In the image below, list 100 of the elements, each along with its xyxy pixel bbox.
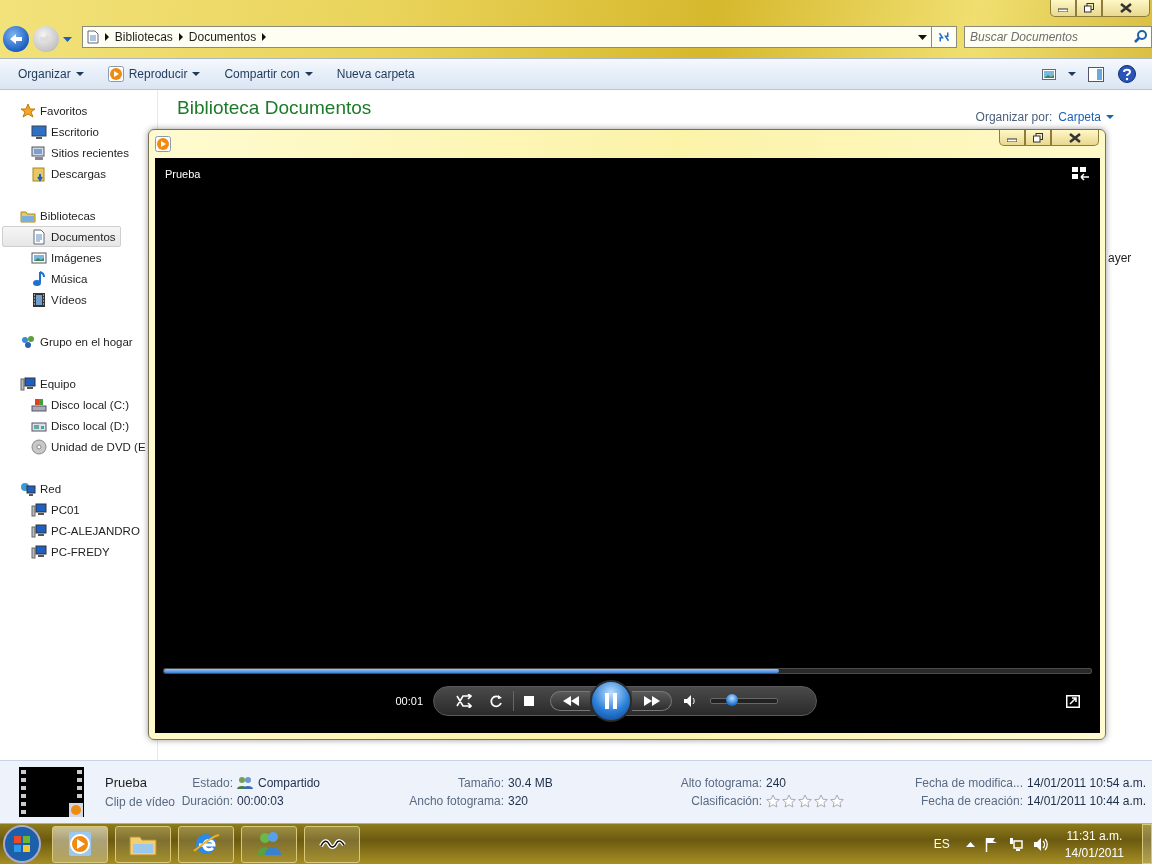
- mute-button[interactable]: [684, 695, 696, 707]
- close-button[interactable]: [1051, 130, 1099, 146]
- close-button[interactable]: [1102, 0, 1150, 17]
- nav-item[interactable]: Sitios recientes: [2, 142, 134, 163]
- pause-button[interactable]: [590, 680, 632, 722]
- minimize-button[interactable]: [999, 130, 1025, 146]
- chevron-icon[interactable]: [104, 33, 109, 41]
- seek-bar[interactable]: [163, 668, 1092, 674]
- refresh-button[interactable]: [931, 26, 957, 48]
- fast-forward-button[interactable]: [632, 691, 672, 711]
- arrange-label: Organizar por:: [975, 110, 1053, 124]
- switch-to-library-icon[interactable]: [1072, 167, 1090, 181]
- breadcrumb-item[interactable]: Bibliotecas: [114, 30, 173, 44]
- breadcrumb-item[interactable]: Documentos: [188, 30, 257, 44]
- nav-item[interactable]: Favoritos: [2, 100, 93, 121]
- nav-item[interactable]: PC-ALEJANDRO: [2, 520, 145, 541]
- taskbar-button[interactable]: [52, 825, 108, 863]
- refresh-icon: [938, 30, 950, 44]
- maximize-button[interactable]: [1076, 0, 1102, 17]
- document-icon: [31, 228, 47, 245]
- chevron-icon[interactable]: [262, 33, 267, 41]
- toolbar-button[interactable]: Compartir con: [216, 64, 321, 84]
- close-icon: [1069, 132, 1081, 143]
- clock-date[interactable]: 14/01/2011: [1064, 845, 1124, 860]
- toolbar-button[interactable]: Nueva carpeta: [328, 64, 423, 84]
- nav-item[interactable]: Imágenes: [2, 247, 107, 268]
- search-field[interactable]: Buscar Documentos: [964, 26, 1152, 48]
- nav-item[interactable]: Bibliotecas: [2, 205, 101, 226]
- caret-icon: [192, 72, 201, 76]
- caret-icon: [1106, 115, 1114, 119]
- nav-item[interactable]: Unidad de DVD (E: [2, 436, 151, 457]
- taskbar-button[interactable]: [178, 825, 234, 863]
- star-icon: [766, 794, 780, 808]
- nav-item[interactable]: Descargas: [2, 163, 111, 184]
- nav-item[interactable]: PC-FREDY: [2, 541, 115, 562]
- maximize-button[interactable]: [1025, 130, 1051, 146]
- nav-item[interactable]: Documentos: [2, 226, 121, 247]
- caret-icon[interactable]: [918, 34, 927, 40]
- media-player-icon: [155, 136, 171, 152]
- start-button[interactable]: [2, 824, 42, 864]
- nav-item[interactable]: Equipo: [2, 373, 81, 394]
- library-title: Biblioteca Documentos: [177, 97, 372, 119]
- windows-orb-icon: [2, 824, 42, 864]
- toolbar-button[interactable]: Organizar: [10, 64, 92, 84]
- computer-icon: [31, 543, 47, 560]
- toolbar-button[interactable]: Reproducir: [99, 63, 209, 85]
- arrange-dropdown[interactable]: Carpeta: [1058, 110, 1114, 124]
- film-icon: [31, 291, 47, 308]
- speaker-icon[interactable]: [1032, 836, 1049, 852]
- nav-item[interactable]: Disco local (C:): [2, 394, 134, 415]
- help-button[interactable]: [1116, 63, 1138, 85]
- nav-item[interactable]: PC01: [2, 499, 85, 520]
- network-icon: [20, 480, 36, 497]
- caret-icon: [75, 72, 84, 76]
- address-bar[interactable]: Bibliotecas Documentos: [81, 26, 932, 48]
- property-label: Fecha de modifica...: [913, 776, 1023, 790]
- taskbar-button[interactable]: [115, 825, 171, 863]
- folder-icon: [31, 165, 47, 182]
- nav-item[interactable]: Disco local (D:): [2, 415, 134, 436]
- elapsed-time: 00:01: [394, 695, 423, 707]
- fast-forward-icon: [642, 696, 661, 706]
- property-value: 240: [766, 776, 788, 790]
- nav-item[interactable]: Vídeos: [2, 289, 92, 310]
- repeat-button[interactable]: [489, 694, 503, 708]
- network-icon[interactable]: [1008, 836, 1023, 852]
- language-indicator[interactable]: ES: [933, 837, 950, 851]
- nav-item[interactable]: Grupo en el hogar: [2, 331, 138, 352]
- up-arrow-icon[interactable]: [965, 841, 975, 847]
- caret-icon[interactable]: [1068, 72, 1076, 76]
- star-icon: [782, 794, 796, 808]
- show-desktop-button[interactable]: [1142, 824, 1152, 864]
- close-icon: [1120, 3, 1132, 13]
- flag-icon[interactable]: [984, 836, 999, 852]
- nav-item[interactable]: Música: [2, 268, 93, 289]
- disc-icon: [31, 438, 47, 455]
- fullscreen-button[interactable]: [1066, 694, 1080, 708]
- picture-icon: [31, 249, 47, 266]
- view-button[interactable]: [1040, 66, 1058, 82]
- property-value: 30.4 MB: [508, 776, 554, 790]
- property-label: Ancho fotograma:: [408, 794, 504, 808]
- document-icon: [86, 30, 99, 44]
- video-thumbnail: [19, 767, 84, 817]
- clock-time[interactable]: 11:31 a.m.: [1066, 828, 1123, 843]
- volume-thumb[interactable]: [726, 694, 739, 706]
- preview-pane-button[interactable]: [1086, 64, 1106, 84]
- taskbar-button[interactable]: [241, 825, 297, 863]
- nav-item[interactable]: Escritorio: [2, 121, 104, 142]
- property-value: 14/01/2011 10:44 a.m.: [1027, 794, 1147, 808]
- pane-icon: [1088, 66, 1104, 82]
- property-label: Estado:: [191, 776, 233, 790]
- minimize-button[interactable]: [1050, 0, 1076, 17]
- chevron-icon[interactable]: [178, 33, 183, 41]
- shuffle-button[interactable]: [456, 694, 472, 708]
- nav-item[interactable]: Red: [2, 478, 67, 499]
- rewind-button[interactable]: [550, 691, 590, 711]
- restore-icon: [1033, 132, 1043, 143]
- taskbar-button[interactable]: [304, 825, 360, 863]
- back-button[interactable]: [3, 26, 29, 52]
- search-icon: [1134, 30, 1147, 43]
- people-icon: [237, 776, 253, 790]
